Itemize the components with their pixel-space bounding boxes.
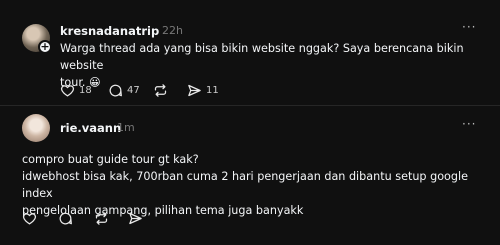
like-count: 18 xyxy=(79,85,92,96)
post-text: compro buat guide tour gt kak? idwebhost… xyxy=(22,151,500,219)
username[interactable]: rie.vaann xyxy=(60,121,121,135)
comment-icon xyxy=(109,84,122,97)
share-count: 11 xyxy=(206,85,219,96)
send-icon xyxy=(129,212,142,225)
post-text-line: idwebhost bisa kak, 700rban cuma 2 hari … xyxy=(22,170,472,200)
divider xyxy=(0,105,500,106)
plus-icon[interactable]: + xyxy=(38,40,52,54)
timestamp: 22h xyxy=(162,24,183,37)
heart-icon xyxy=(22,213,37,225)
post-text-line: compro buat guide tour gt kak? xyxy=(22,153,199,166)
repost-button[interactable] xyxy=(153,83,168,98)
reply-count: 47 xyxy=(127,85,140,96)
repost-button[interactable] xyxy=(94,211,109,226)
username[interactable]: kresnadanatrip xyxy=(60,24,159,38)
like-button[interactable] xyxy=(22,211,37,226)
more-options-button[interactable]: ··· xyxy=(462,117,476,131)
reply-button[interactable] xyxy=(58,211,73,226)
repost-icon xyxy=(154,84,167,97)
share-button[interactable]: 11 xyxy=(187,83,219,98)
share-button[interactable] xyxy=(128,211,143,226)
avatar[interactable] xyxy=(22,114,50,142)
timestamp: 1m xyxy=(117,121,135,134)
send-icon xyxy=(188,84,201,97)
heart-icon xyxy=(60,85,75,97)
action-bar: 18 47 11 xyxy=(60,83,280,99)
repost-icon xyxy=(95,212,108,225)
reply-button[interactable]: 47 xyxy=(108,83,140,98)
post-text-line: Warga thread ada yang bisa bikin website… xyxy=(60,42,468,72)
more-options-button[interactable]: ··· xyxy=(462,20,476,34)
action-bar xyxy=(22,211,172,227)
like-button[interactable]: 18 xyxy=(60,83,92,98)
comment-icon xyxy=(59,212,72,225)
